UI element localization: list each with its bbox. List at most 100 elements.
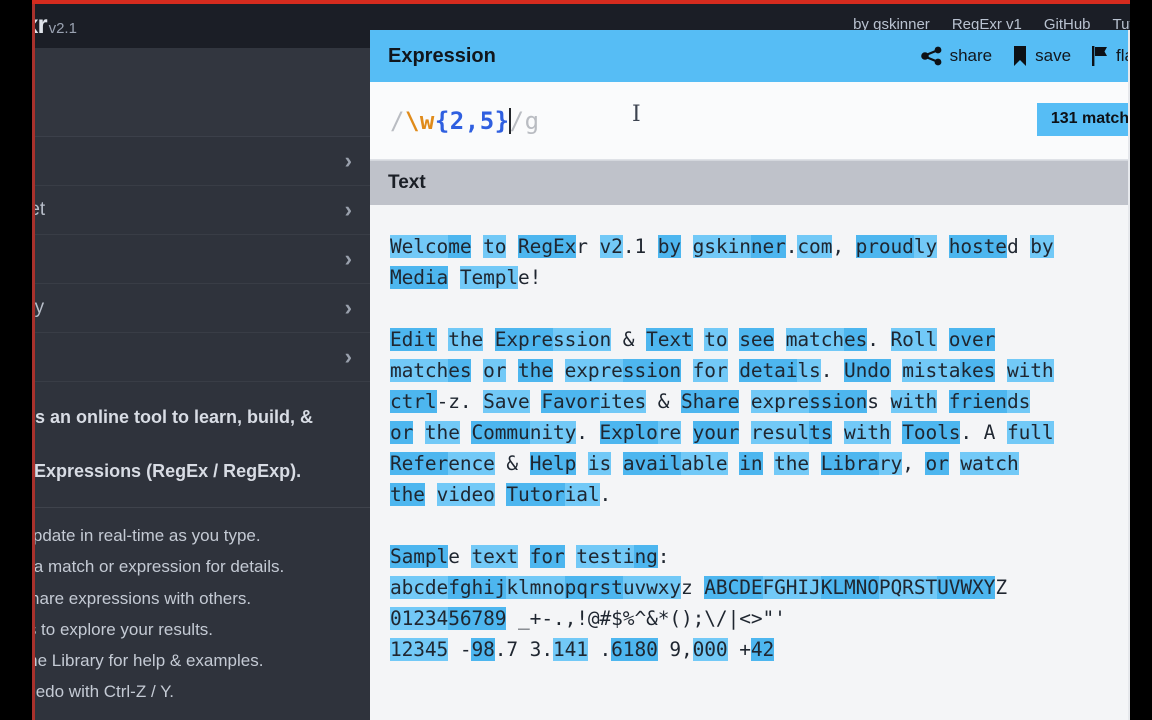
regex-match[interactable]: text — [471, 545, 518, 568]
expression-input[interactable]: /\w{2,5}/g — [390, 107, 540, 135]
regex-match[interactable]: or — [925, 452, 949, 475]
regex-match[interactable]: with — [843, 421, 891, 444]
regex-match[interactable]: KLMNO — [820, 576, 879, 599]
regex-match[interactable]: ts — [809, 421, 832, 444]
regex-match[interactable]: ls — [797, 359, 821, 382]
regex-match[interactable]: proud — [855, 235, 914, 258]
regex-match[interactable]: hoste — [948, 235, 1007, 258]
regex-match[interactable]: by — [1030, 235, 1054, 258]
regex-match[interactable]: Sampl — [390, 545, 448, 568]
regex-match[interactable]: es — [448, 359, 472, 382]
regex-match[interactable]: testi — [576, 545, 635, 568]
regex-match[interactable]: re — [657, 421, 681, 444]
regex-match[interactable]: nity — [529, 421, 576, 444]
regex-match[interactable]: ssion — [809, 390, 867, 413]
regex-match[interactable]: able — [681, 452, 728, 475]
regex-match[interactable]: your — [692, 421, 739, 444]
regex-match[interactable]: Text — [646, 328, 693, 351]
regex-match[interactable]: the — [774, 452, 809, 475]
regex-match[interactable]: ly — [913, 235, 937, 258]
regex-match[interactable]: the — [518, 359, 553, 382]
sidebar-item-community[interactable]: Community › — [0, 284, 370, 333]
regex-match[interactable]: or — [483, 359, 507, 382]
regex-match[interactable]: v2 — [599, 235, 623, 258]
regex-match[interactable]: ctrl — [390, 390, 437, 413]
regex-match[interactable]: over — [948, 328, 995, 351]
regex-match[interactable]: for — [692, 359, 728, 382]
regex-match[interactable]: watch — [960, 452, 1019, 475]
regex-match[interactable]: Welco — [390, 235, 448, 258]
regex-match[interactable]: 141 — [552, 638, 588, 661]
regex-match[interactable]: match — [785, 328, 844, 351]
regex-match[interactable]: Refer — [390, 452, 448, 475]
regex-match[interactable]: 6180 — [611, 638, 658, 661]
regex-match[interactable]: abcde — [390, 576, 448, 599]
regex-match[interactable]: expre — [750, 390, 809, 413]
regex-match[interactable]: 000 — [692, 638, 728, 661]
regex-match[interactable]: klmno — [506, 576, 565, 599]
regex-match[interactable]: Media — [390, 266, 448, 289]
regex-match[interactable]: mista — [902, 359, 960, 382]
regex-match[interactable]: ence — [448, 452, 495, 475]
regex-match[interactable]: Roll — [890, 328, 937, 351]
regex-match[interactable]: ites — [599, 390, 646, 413]
regex-match[interactable]: 56789 — [448, 607, 507, 630]
regex-match[interactable]: ng — [634, 545, 658, 568]
regex-match[interactable]: with — [890, 390, 937, 413]
regex-match[interactable]: Edit — [390, 328, 437, 351]
regex-match[interactable]: Expre — [494, 328, 553, 351]
regex-match[interactable]: to — [704, 328, 728, 351]
regex-match[interactable]: is — [587, 452, 611, 475]
regex-match[interactable]: ry — [878, 452, 902, 475]
regex-match[interactable]: ds — [1006, 390, 1030, 413]
regex-match[interactable]: uvwxy — [622, 576, 681, 599]
regex-match[interactable]: Share — [681, 390, 739, 413]
regex-match[interactable]: ial — [564, 483, 600, 506]
regex-match[interactable]: in — [739, 452, 763, 475]
sidebar-item-samples[interactable]: Samples › — [0, 333, 370, 382]
regex-match[interactable]: or — [390, 421, 413, 444]
regex-match[interactable]: gskin — [692, 235, 751, 258]
regex-match[interactable]: resul — [750, 421, 809, 444]
regex-match[interactable]: 01234 — [390, 607, 448, 630]
save-button[interactable]: save — [1012, 45, 1071, 67]
regex-match[interactable]: Templ — [459, 266, 518, 289]
regex-match[interactable]: RegEx — [518, 235, 576, 258]
regex-match[interactable]: the — [448, 328, 483, 351]
regex-match[interactable]: pqrst — [564, 576, 623, 599]
regex-match[interactable]: with — [1006, 359, 1054, 382]
text-input-area[interactable]: Welcome to RegExr v2.1 by gskinner.com, … — [370, 205, 1130, 667]
regex-match[interactable]: Libra — [820, 452, 879, 475]
regex-match[interactable]: Tools — [902, 421, 960, 444]
regex-match[interactable]: frien — [948, 390, 1007, 413]
share-button[interactable]: share — [920, 46, 992, 66]
regex-match[interactable]: match — [390, 359, 448, 382]
regex-match[interactable]: Help — [529, 452, 576, 475]
regex-match[interactable]: Explo — [599, 421, 658, 444]
sidebar-item-favorites[interactable]: Favorites › — [0, 235, 370, 284]
regex-match[interactable]: 42 — [750, 638, 774, 661]
regex-match[interactable]: ssion — [552, 328, 611, 351]
sidebar-item-cheatsheet[interactable]: Cheatsheet › — [0, 186, 370, 235]
regex-match[interactable]: ner — [750, 235, 786, 258]
regex-match[interactable]: fghij — [448, 576, 507, 599]
regex-match[interactable]: me — [448, 235, 472, 258]
regex-match[interactable]: ABCDE — [704, 576, 763, 599]
regex-match[interactable]: kes — [960, 359, 995, 382]
regex-match[interactable]: FGHIJ — [762, 576, 821, 599]
regex-match[interactable]: PQRST — [878, 576, 937, 599]
regex-match[interactable]: Tutor — [506, 483, 565, 506]
regex-match[interactable]: Favor — [541, 390, 600, 413]
sidebar-item-reference[interactable]: Reference › — [0, 137, 370, 186]
regex-match[interactable]: 98 — [471, 638, 495, 661]
regex-match[interactable]: 12345 — [390, 638, 448, 661]
regex-match[interactable]: to — [483, 235, 507, 258]
regex-match[interactable]: avail — [622, 452, 681, 475]
regex-match[interactable]: see — [739, 328, 774, 351]
regex-match[interactable]: by — [657, 235, 681, 258]
regex-match[interactable]: Commu — [471, 421, 530, 444]
regex-match[interactable]: the — [390, 483, 425, 506]
regex-match[interactable]: expre — [564, 359, 623, 382]
regex-match[interactable]: the — [424, 421, 460, 444]
regex-match[interactable]: com — [797, 235, 832, 258]
